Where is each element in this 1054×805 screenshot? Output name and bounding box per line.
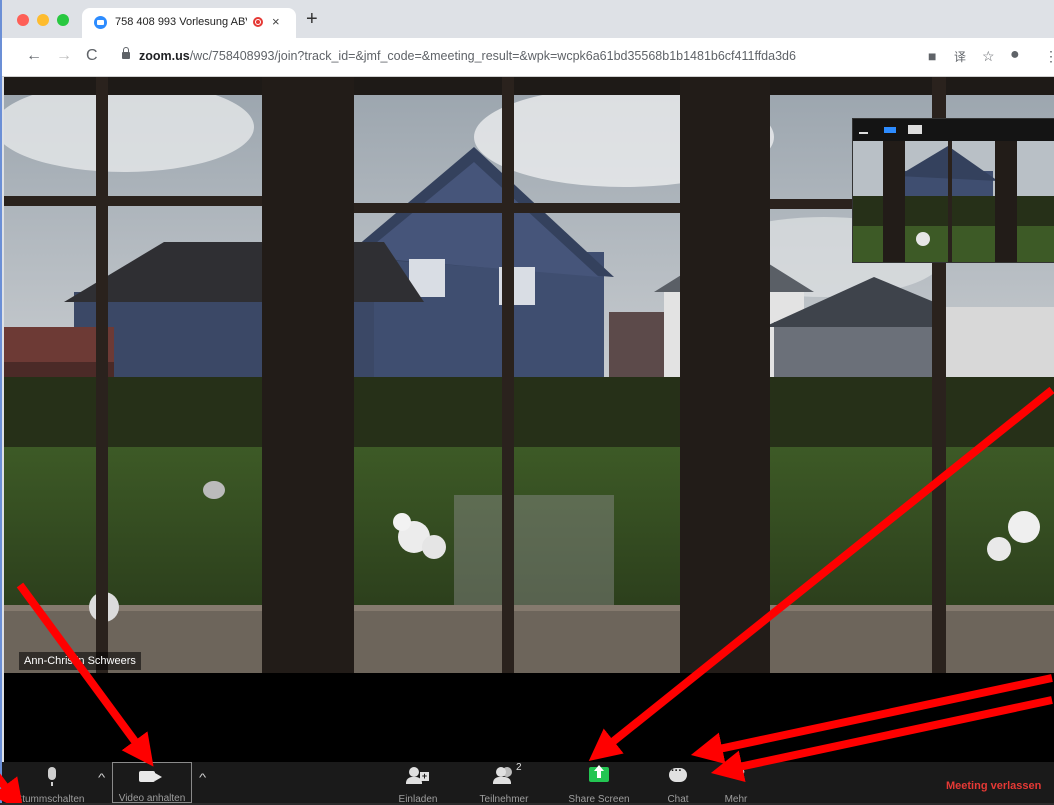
tab-title: 758 408 993 Vorlesung ABV: [115, 16, 247, 28]
meeting-video-area: Ann-Christin Schweers: [4, 77, 1054, 762]
browser-tab-meeting[interactable]: 758 408 993 Vorlesung ABV ×: [82, 8, 296, 38]
lock-icon[interactable]: [122, 47, 130, 59]
stop-video-button[interactable]: Video anhalten: [112, 762, 192, 804]
tab-close-icon[interactable]: ×: [272, 14, 280, 29]
participants-icon: [493, 767, 511, 784]
leave-meeting-button[interactable]: Meeting verlassen: [946, 780, 1041, 792]
chat-label: Chat: [667, 794, 689, 805]
split-view-icon[interactable]: [884, 127, 896, 133]
video-label: Video anhalten: [118, 793, 186, 804]
minimize-self-view-icon[interactable]: [859, 132, 868, 134]
camera-in-use-icon[interactable]: ■: [928, 48, 936, 64]
more-label: Mehr: [724, 794, 748, 805]
more-button[interactable]: ••• Mehr: [714, 762, 758, 805]
tab-strip: 758 408 993 Vorlesung ABV × +: [2, 0, 1054, 38]
add-person-icon: [406, 767, 422, 784]
maximize-window-button[interactable]: [57, 14, 69, 26]
close-window-button[interactable]: [17, 14, 29, 26]
translate-icon[interactable]: 译: [954, 48, 966, 65]
url-bar[interactable]: zoom.us/wc/758408993/join?track_id=&jmf_…: [139, 49, 796, 63]
url-host: zoom.us: [139, 49, 190, 63]
invite-button[interactable]: + Einladen: [390, 762, 446, 805]
chat-button[interactable]: Chat: [656, 762, 700, 805]
microphone-icon: [48, 767, 56, 786]
video-options-chevron-icon[interactable]: ^: [199, 772, 206, 784]
url-path: /wc/758408993/join?track_id=&jmf_code=&m…: [189, 49, 796, 63]
browser-menu-icon[interactable]: ⋮: [1044, 48, 1054, 65]
address-toolbar: ← → C zoom.us/wc/758408993/join?track_id…: [2, 38, 1054, 77]
reload-icon[interactable]: C: [86, 47, 98, 65]
meeting-control-bar: Stummschalten ^ Video anhalten ^ + Einla…: [2, 762, 1054, 805]
invite-plus-icon: +: [420, 771, 429, 781]
share-screen-label: Share Screen: [568, 794, 630, 805]
participant-count-badge: 2: [516, 762, 522, 773]
self-view-thumbnail[interactable]: [852, 118, 1054, 263]
recording-indicator-icon: [253, 17, 263, 27]
share-screen-icon: [589, 765, 609, 782]
self-view-header: [853, 119, 1054, 141]
speaker-name-tag: Ann-Christin Schweers: [19, 652, 141, 670]
more-dots-icon: •••: [726, 764, 746, 781]
mute-label: Stummschalten: [15, 794, 85, 805]
zoom-favicon-icon: [94, 16, 107, 29]
audio-options-chevron-icon[interactable]: ^: [98, 772, 105, 784]
share-screen-button[interactable]: Share Screen: [562, 762, 636, 805]
browser-window: 758 408 993 Vorlesung ABV × + ← → C zoom…: [0, 0, 1054, 805]
mute-button[interactable]: Stummschalten: [2, 762, 98, 805]
chat-bubble-icon: [669, 765, 687, 782]
minimize-window-button[interactable]: [37, 14, 49, 26]
participants-button[interactable]: 2 Teilnehmer: [472, 762, 536, 805]
self-view-video: [853, 141, 1054, 262]
participants-label: Teilnehmer: [479, 794, 529, 805]
bookmark-star-icon[interactable]: ☆: [982, 48, 995, 65]
back-icon[interactable]: ←: [26, 47, 42, 65]
forward-icon[interactable]: →: [56, 47, 72, 65]
invite-label: Einladen: [398, 794, 438, 805]
new-tab-button[interactable]: +: [306, 9, 318, 29]
account-icon[interactable]: ●: [1010, 46, 1020, 64]
video-camera-icon: [139, 771, 162, 782]
fullscreen-self-view-icon[interactable]: [908, 125, 922, 134]
